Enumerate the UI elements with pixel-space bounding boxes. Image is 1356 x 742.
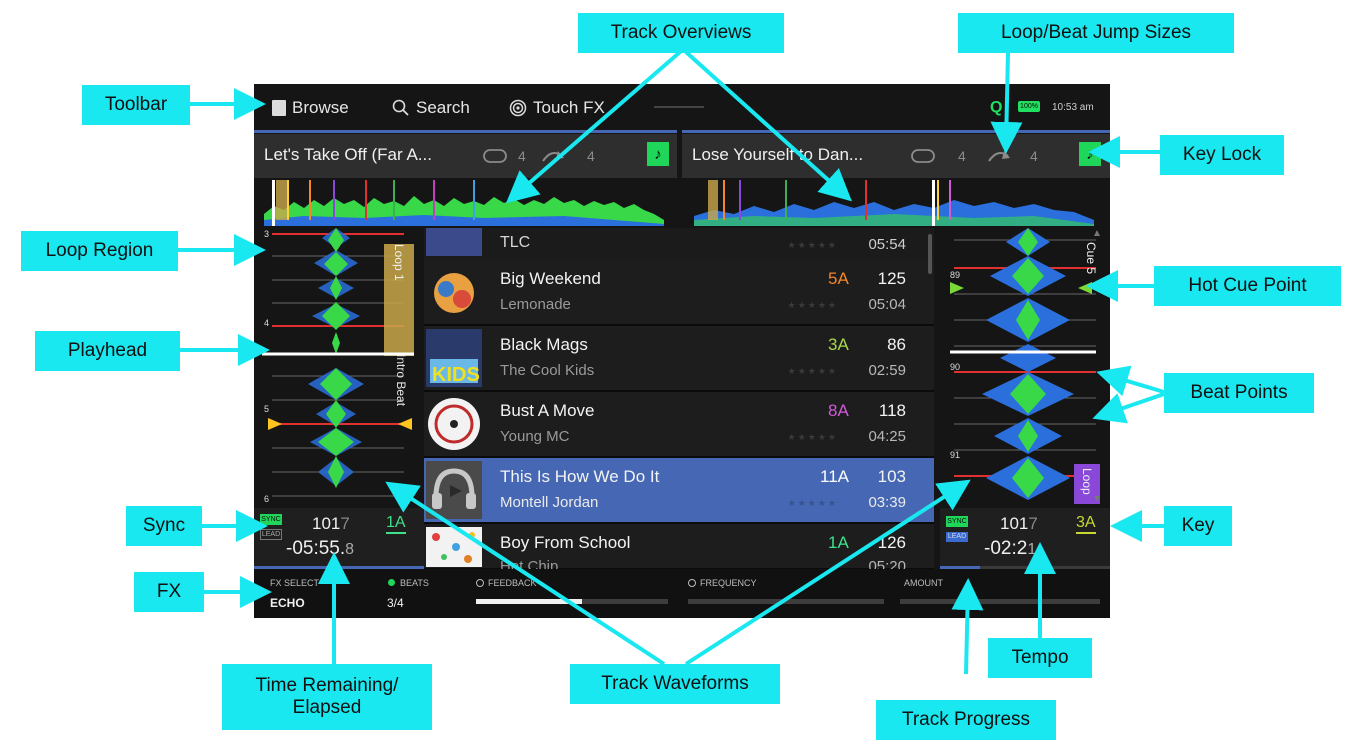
callout-track-overviews: Track Overviews	[578, 13, 784, 53]
callout-track-progress: Track Progress	[876, 700, 1056, 740]
callout-beat-points: Beat Points	[1164, 373, 1314, 413]
callout-toolbar: Toolbar	[82, 85, 190, 125]
callout-playhead: Playhead	[35, 331, 180, 371]
callout-track-waveforms: Track Waveforms	[570, 664, 780, 704]
callout-hot-cue-point: Hot Cue Point	[1154, 266, 1341, 306]
callout-key: Key	[1164, 506, 1232, 546]
callout-sync: Sync	[126, 506, 202, 546]
callout-fx: FX	[134, 572, 204, 612]
callout-loop-region: Loop Region	[21, 231, 178, 271]
callout-arrows	[178, 50, 1165, 675]
callout-key-lock: Key Lock	[1160, 135, 1284, 175]
callout-loop-beat-jump: Loop/Beat Jump Sizes	[958, 13, 1234, 53]
callout-time-remaining: Time Remaining/ Elapsed	[222, 664, 432, 730]
callout-tempo: Tempo	[988, 638, 1092, 678]
